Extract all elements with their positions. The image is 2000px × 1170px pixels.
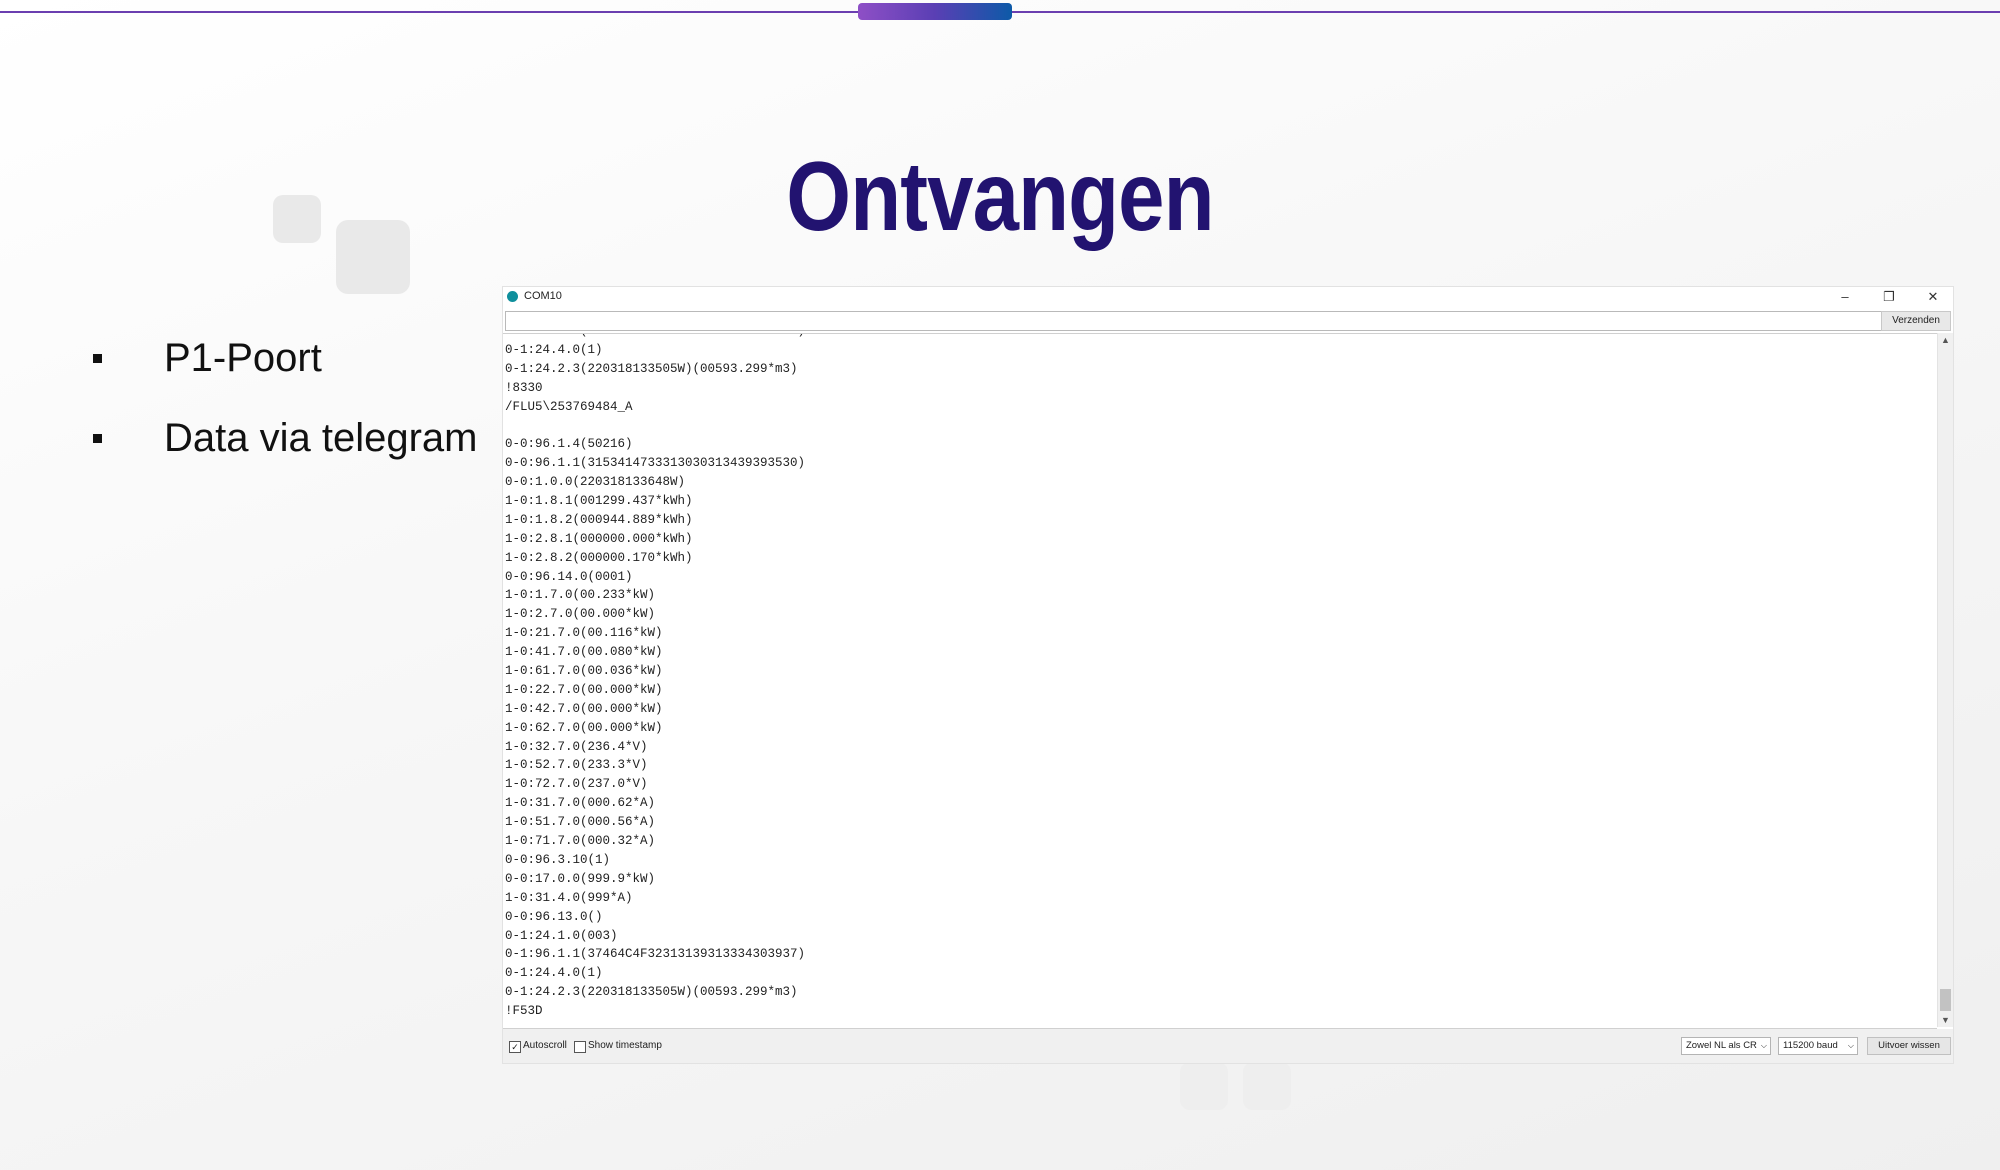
output-line: 0-0:96.1.1(3153414733313030313439393530)	[505, 456, 806, 471]
output-line: 0-0:96.13.0()	[505, 909, 603, 924]
bullet-item: P1-Poort	[90, 318, 477, 398]
bullet-square-icon	[93, 433, 102, 443]
line-ending-select[interactable]: Zowel NL als CR ⌵	[1681, 1037, 1771, 1055]
output-line: 1-0:21.7.0(00.116*kW)	[505, 626, 663, 641]
output-line: 1-0:22.7.0(00.000*kW)	[505, 682, 663, 697]
bullet-item: Data via telegram	[90, 398, 477, 478]
output-line: 0-1:96.1.1(37464C4F32313139313334303937)	[505, 947, 806, 962]
chevron-down-icon: ⌵	[1760, 1041, 1767, 1050]
bullet-text: Data via telegram	[164, 415, 478, 460]
top-accent-bar	[858, 3, 1012, 20]
output-line: 1-0:31.4.0(999*A)	[505, 890, 633, 905]
minimize-button[interactable]: –	[1825, 288, 1865, 306]
autoscroll-label: Autoscroll	[523, 1040, 567, 1051]
output-line: 0-0:96.1.4(50216)	[505, 437, 633, 452]
decor-square	[1180, 1062, 1228, 1110]
output-line: 0-1:24.1.0(003)	[505, 928, 618, 943]
decor-square	[1243, 1062, 1291, 1110]
output-line: 1-0:72.7.0(237.0*V)	[505, 777, 648, 792]
scroll-down-icon[interactable]: ▼	[1938, 1013, 1953, 1027]
output-line: 0-1:24.4.0(1)	[505, 342, 603, 357]
close-button[interactable]: ✕	[1913, 288, 1953, 306]
output-line: 1-0:1.7.0(00.233*kW)	[505, 588, 656, 603]
output-line: 0-0:96.14.0(0001)	[505, 569, 633, 584]
output-line: !8330	[505, 380, 543, 395]
output-line: 1-0:1.8.2(000944.889*kWh)	[505, 512, 693, 527]
arduino-icon	[507, 291, 518, 302]
output-line: 0-0:1.0.0(220318133648W)	[505, 475, 686, 490]
title-bar[interactable]: COM10 – ❐ ✕	[503, 287, 1953, 307]
scroll-up-icon[interactable]: ▲	[1938, 333, 1953, 347]
output-line: !F53D	[505, 1004, 543, 1019]
output-line: 1-0:31.7.0(000.62*A)	[505, 796, 656, 811]
output-line: 1-0:52.7.0(233.3*V)	[505, 758, 648, 773]
output-line: 1-0:61.7.0(00.036*kW)	[505, 664, 663, 679]
window-title: COM10	[524, 290, 562, 302]
output-line: 1-0:71.7.0(000.32*A)	[505, 834, 656, 849]
output-lines: 0-1:96.1.1(37464C4F32313139313334303937)…	[505, 334, 806, 1021]
bullet-text: P1-Poort	[164, 335, 322, 380]
output-line: 1-0:32.7.0(236.4*V)	[505, 739, 648, 754]
slide-title: Ontvangen	[786, 141, 1214, 251]
timestamp-label: Show timestamp	[588, 1040, 662, 1051]
scroll-thumb[interactable]	[1940, 989, 1951, 1011]
output-line: 1-0:62.7.0(00.000*kW)	[505, 720, 663, 735]
output-line: 1-0:2.7.0(00.000*kW)	[505, 607, 656, 622]
output-line: 1-0:2.8.1(000000.000*kWh)	[505, 531, 693, 546]
serial-output[interactable]: 0-1:96.1.1(37464C4F32313139313334303937)…	[503, 333, 1937, 1029]
clear-output-button[interactable]: Uitvoer wissen	[1867, 1037, 1951, 1055]
output-line: 1-0:1.8.1(001299.437*kWh)	[505, 494, 693, 509]
line-ending-value: Zowel NL als CR	[1686, 1040, 1757, 1051]
baud-select[interactable]: 115200 baud ⌵	[1778, 1037, 1858, 1055]
output-line: 1-0:2.8.2(000000.170*kWh)	[505, 550, 693, 565]
output-line: 0-0:17.0.0(999.9*kW)	[505, 871, 656, 886]
output-line: 1-0:41.7.0(00.080*kW)	[505, 645, 663, 660]
output-line: 1-0:42.7.0(00.000*kW)	[505, 701, 663, 716]
output-line: 1-0:51.7.0(000.56*A)	[505, 815, 656, 830]
output-line: 0-1:24.2.3(220318133505W)(00593.299*m3)	[505, 361, 798, 376]
serial-monitor-window: COM10 – ❐ ✕ Verzenden 0-1:96.1.1(37464C4…	[502, 286, 1954, 1064]
output-line: 0-1:24.4.0(1)	[505, 966, 603, 981]
baud-value: 115200 baud	[1783, 1040, 1838, 1051]
send-button[interactable]: Verzenden	[1881, 311, 1951, 331]
status-bar: ✓ Autoscroll Show timestamp Zowel NL als…	[503, 1029, 1953, 1063]
output-line: 0-0:96.3.10(1)	[505, 852, 611, 867]
vertical-scrollbar[interactable]: ▲ ▼	[1937, 333, 1953, 1027]
output-line: 0-1:24.2.3(220318133505W)(00593.299*m3)	[505, 985, 798, 1000]
output-line: /FLU5\253769484_A	[505, 399, 633, 414]
bullet-square-icon	[93, 353, 102, 363]
restore-button[interactable]: ❐	[1869, 288, 1909, 306]
chevron-down-icon: ⌵	[1847, 1041, 1854, 1050]
bullet-list: P1-Poort Data via telegram	[90, 318, 477, 478]
autoscroll-checkbox[interactable]: ✓	[509, 1041, 521, 1053]
send-input[interactable]	[505, 311, 1882, 331]
output-line: 0-1:96.1.1(37464C4F32313139313334303937)	[505, 334, 805, 341]
timestamp-checkbox[interactable]	[574, 1041, 586, 1053]
